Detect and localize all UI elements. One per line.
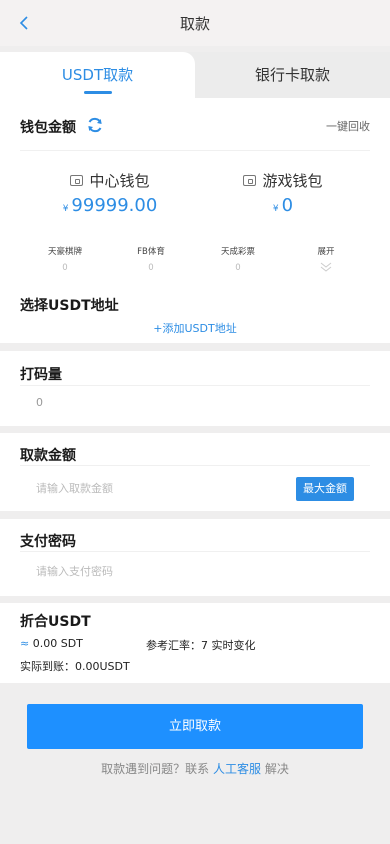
betting-volume-card: 打码量 0 (0, 351, 390, 426)
help-prefix: 取款遇到问题？联系 (101, 762, 210, 776)
divider (20, 150, 370, 151)
betting-volume-value: 0 (36, 396, 43, 409)
center-wallet: 中心钱包 ¥99999.00 (45, 170, 175, 216)
usdt-conversion-card: 折合USDT ≈ 0.00 SDT 参考汇率：7 实时变化 实际到账：0.00U… (0, 603, 390, 683)
actual-received: 实际到账：0.00USDT (20, 660, 130, 673)
customer-service-link[interactable]: 人工客服 (213, 762, 261, 776)
center-wallet-currency: ¥ (62, 204, 69, 214)
venue-wallet-item[interactable]: FB体育 0 (111, 245, 191, 273)
tab-active-indicator (84, 91, 112, 94)
payment-password-input[interactable] (36, 560, 276, 582)
wallet-icon (243, 175, 257, 186)
approx-symbol: ≈ (20, 637, 30, 650)
betting-volume-title: 打码量 (20, 367, 62, 383)
tab-bank-card[interactable]: 银行卡取款 (195, 52, 390, 98)
help-suffix: 解决 (264, 762, 289, 776)
nav-bar: 取款 (0, 0, 390, 46)
venue-wallet-value: 0 (235, 263, 241, 273)
exchange-rate: 参考汇率：7 实时变化 (146, 639, 256, 652)
game-wallet-amount: 0 (281, 195, 294, 216)
wallet-icon (70, 175, 84, 186)
game-wallet-name: 游戏钱包 (262, 172, 323, 190)
expand-button[interactable]: 展开 (286, 245, 366, 273)
refresh-button[interactable] (86, 116, 104, 134)
payment-password-card: 支付密码 (0, 519, 390, 596)
withdraw-amount-card: 取款金额 最大金额 (0, 433, 390, 511)
venue-wallet-item[interactable]: 天豪棋牌 0 (25, 245, 105, 273)
tab-usdt-label: USDT取款 (61, 66, 134, 84)
withdraw-now-button[interactable]: 立即取款 (27, 704, 363, 749)
usdt-value: 0.00 SDT (32, 637, 83, 650)
venue-wallet-value: 0 (148, 263, 154, 273)
expand-label: 展开 (317, 247, 335, 257)
wallet-title: 钱包金额 (20, 120, 76, 136)
center-wallet-amount: 99999.00 (71, 195, 158, 216)
help-line: 取款遇到问题？联系 人工客服 解决 (0, 760, 390, 777)
venue-wallet-value: 0 (62, 263, 68, 273)
page-title: 取款 (179, 15, 210, 33)
add-usdt-address-link[interactable]: +添加USDT地址 (0, 320, 390, 336)
tab-usdt[interactable]: USDT取款 (0, 52, 195, 98)
venue-wallet-name: 天豪棋牌 (47, 247, 82, 257)
usdt-address-title: 选择USDT地址 (20, 298, 119, 314)
venue-wallet-item[interactable]: 天成彩票 0 (198, 245, 278, 273)
payment-password-title: 支付密码 (20, 534, 76, 550)
game-wallet: 游戏钱包 ¥0 (223, 170, 343, 216)
withdraw-amount-title: 取款金额 (20, 448, 76, 464)
chevron-down-icon (320, 262, 332, 272)
max-amount-button[interactable]: 最大金额 (296, 477, 354, 501)
withdraw-tabs: USDT取款 银行卡取款 (0, 52, 390, 98)
divider (20, 385, 370, 386)
divider (20, 465, 370, 466)
venue-wallet-name: 天成彩票 (220, 247, 255, 257)
tab-bank-card-label: 银行卡取款 (254, 66, 330, 84)
divider (20, 551, 370, 552)
refresh-icon (88, 117, 102, 133)
center-wallet-name: 中心钱包 (89, 172, 150, 190)
withdraw-amount-input[interactable] (36, 477, 276, 499)
recycle-all-button[interactable]: 一键回收 (326, 118, 370, 134)
wallet-card: 钱包金额 一键回收 中心钱包 ¥99999.00 游戏钱包 ¥0 天豪棋牌 0 (0, 98, 390, 343)
game-wallet-currency: ¥ (272, 204, 279, 214)
venue-wallet-name: FB体育 (137, 247, 165, 257)
usdt-conversion-value: ≈ 0.00 SDT (20, 637, 83, 650)
usdt-conversion-title: 折合USDT (20, 614, 91, 630)
